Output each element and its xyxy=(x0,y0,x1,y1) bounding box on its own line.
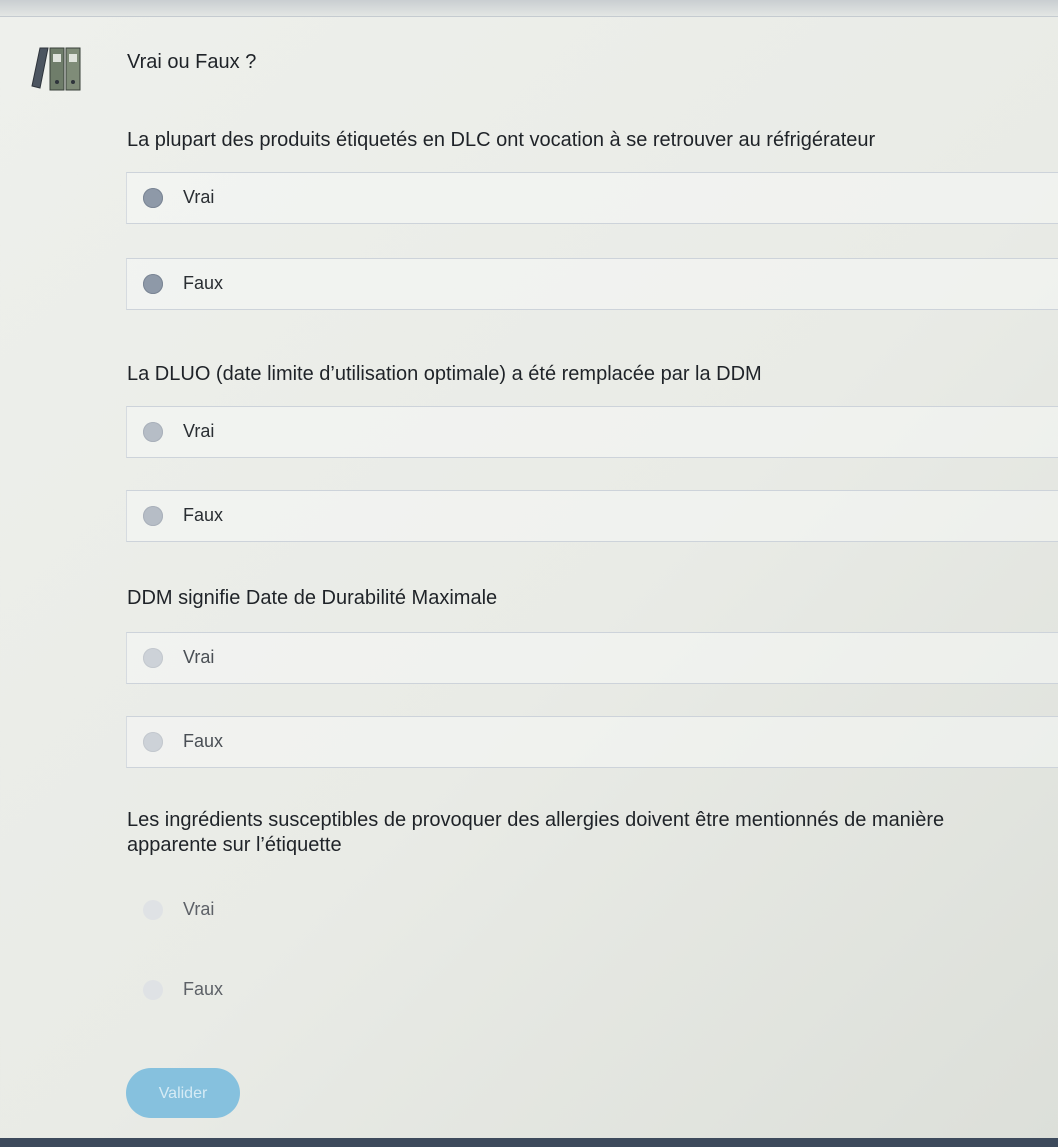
radio-unselected-icon[interactable] xyxy=(143,422,163,442)
question-1-option-vrai[interactable]: Vrai xyxy=(126,172,1058,224)
radio-unselected-icon[interactable] xyxy=(143,732,163,752)
question-4-option-faux[interactable]: Faux xyxy=(126,964,1058,1016)
option-label: Faux xyxy=(183,505,224,525)
binders-icon xyxy=(31,47,81,91)
radio-unselected-icon[interactable] xyxy=(143,648,163,668)
question-2-option-vrai[interactable]: Vrai xyxy=(126,406,1058,458)
radio-unselected-icon[interactable] xyxy=(143,506,163,526)
option-label: Vrai xyxy=(183,899,215,919)
radio-unselected-icon[interactable] xyxy=(143,900,163,920)
question-3-option-vrai[interactable]: Vrai xyxy=(126,632,1058,684)
option-label: Vrai xyxy=(183,421,215,441)
radio-unselected-icon[interactable] xyxy=(143,274,163,294)
validate-button[interactable]: Valider xyxy=(126,1068,240,1118)
radio-unselected-icon[interactable] xyxy=(143,980,163,1000)
browser-top-bar xyxy=(0,0,1058,17)
question-4-option-vrai[interactable]: Vrai xyxy=(126,884,1058,936)
option-label: Faux xyxy=(183,979,224,999)
option-label: Vrai xyxy=(183,647,215,667)
question-3-text: DDM signifie Date de Durabilité Maximale xyxy=(127,587,498,609)
question-4-text: Les ingrédients susceptibles de provoque… xyxy=(127,809,945,856)
quiz-title: Vrai ou Faux ? xyxy=(127,51,257,73)
question-1-option-faux[interactable]: Faux xyxy=(126,258,1058,310)
taskbar-edge xyxy=(0,1138,1058,1147)
question-2-text: La DLUO (date limite d’utilisation optim… xyxy=(127,363,762,385)
question-1-text: La plupart des produits étiquetés en DLC… xyxy=(127,129,876,151)
question-3-option-faux[interactable]: Faux xyxy=(126,716,1058,768)
option-label: Faux xyxy=(183,273,224,293)
option-label: Vrai xyxy=(183,187,215,207)
radio-unselected-icon[interactable] xyxy=(143,188,163,208)
question-2-option-faux[interactable]: Faux xyxy=(126,490,1058,542)
option-label: Faux xyxy=(183,731,224,751)
